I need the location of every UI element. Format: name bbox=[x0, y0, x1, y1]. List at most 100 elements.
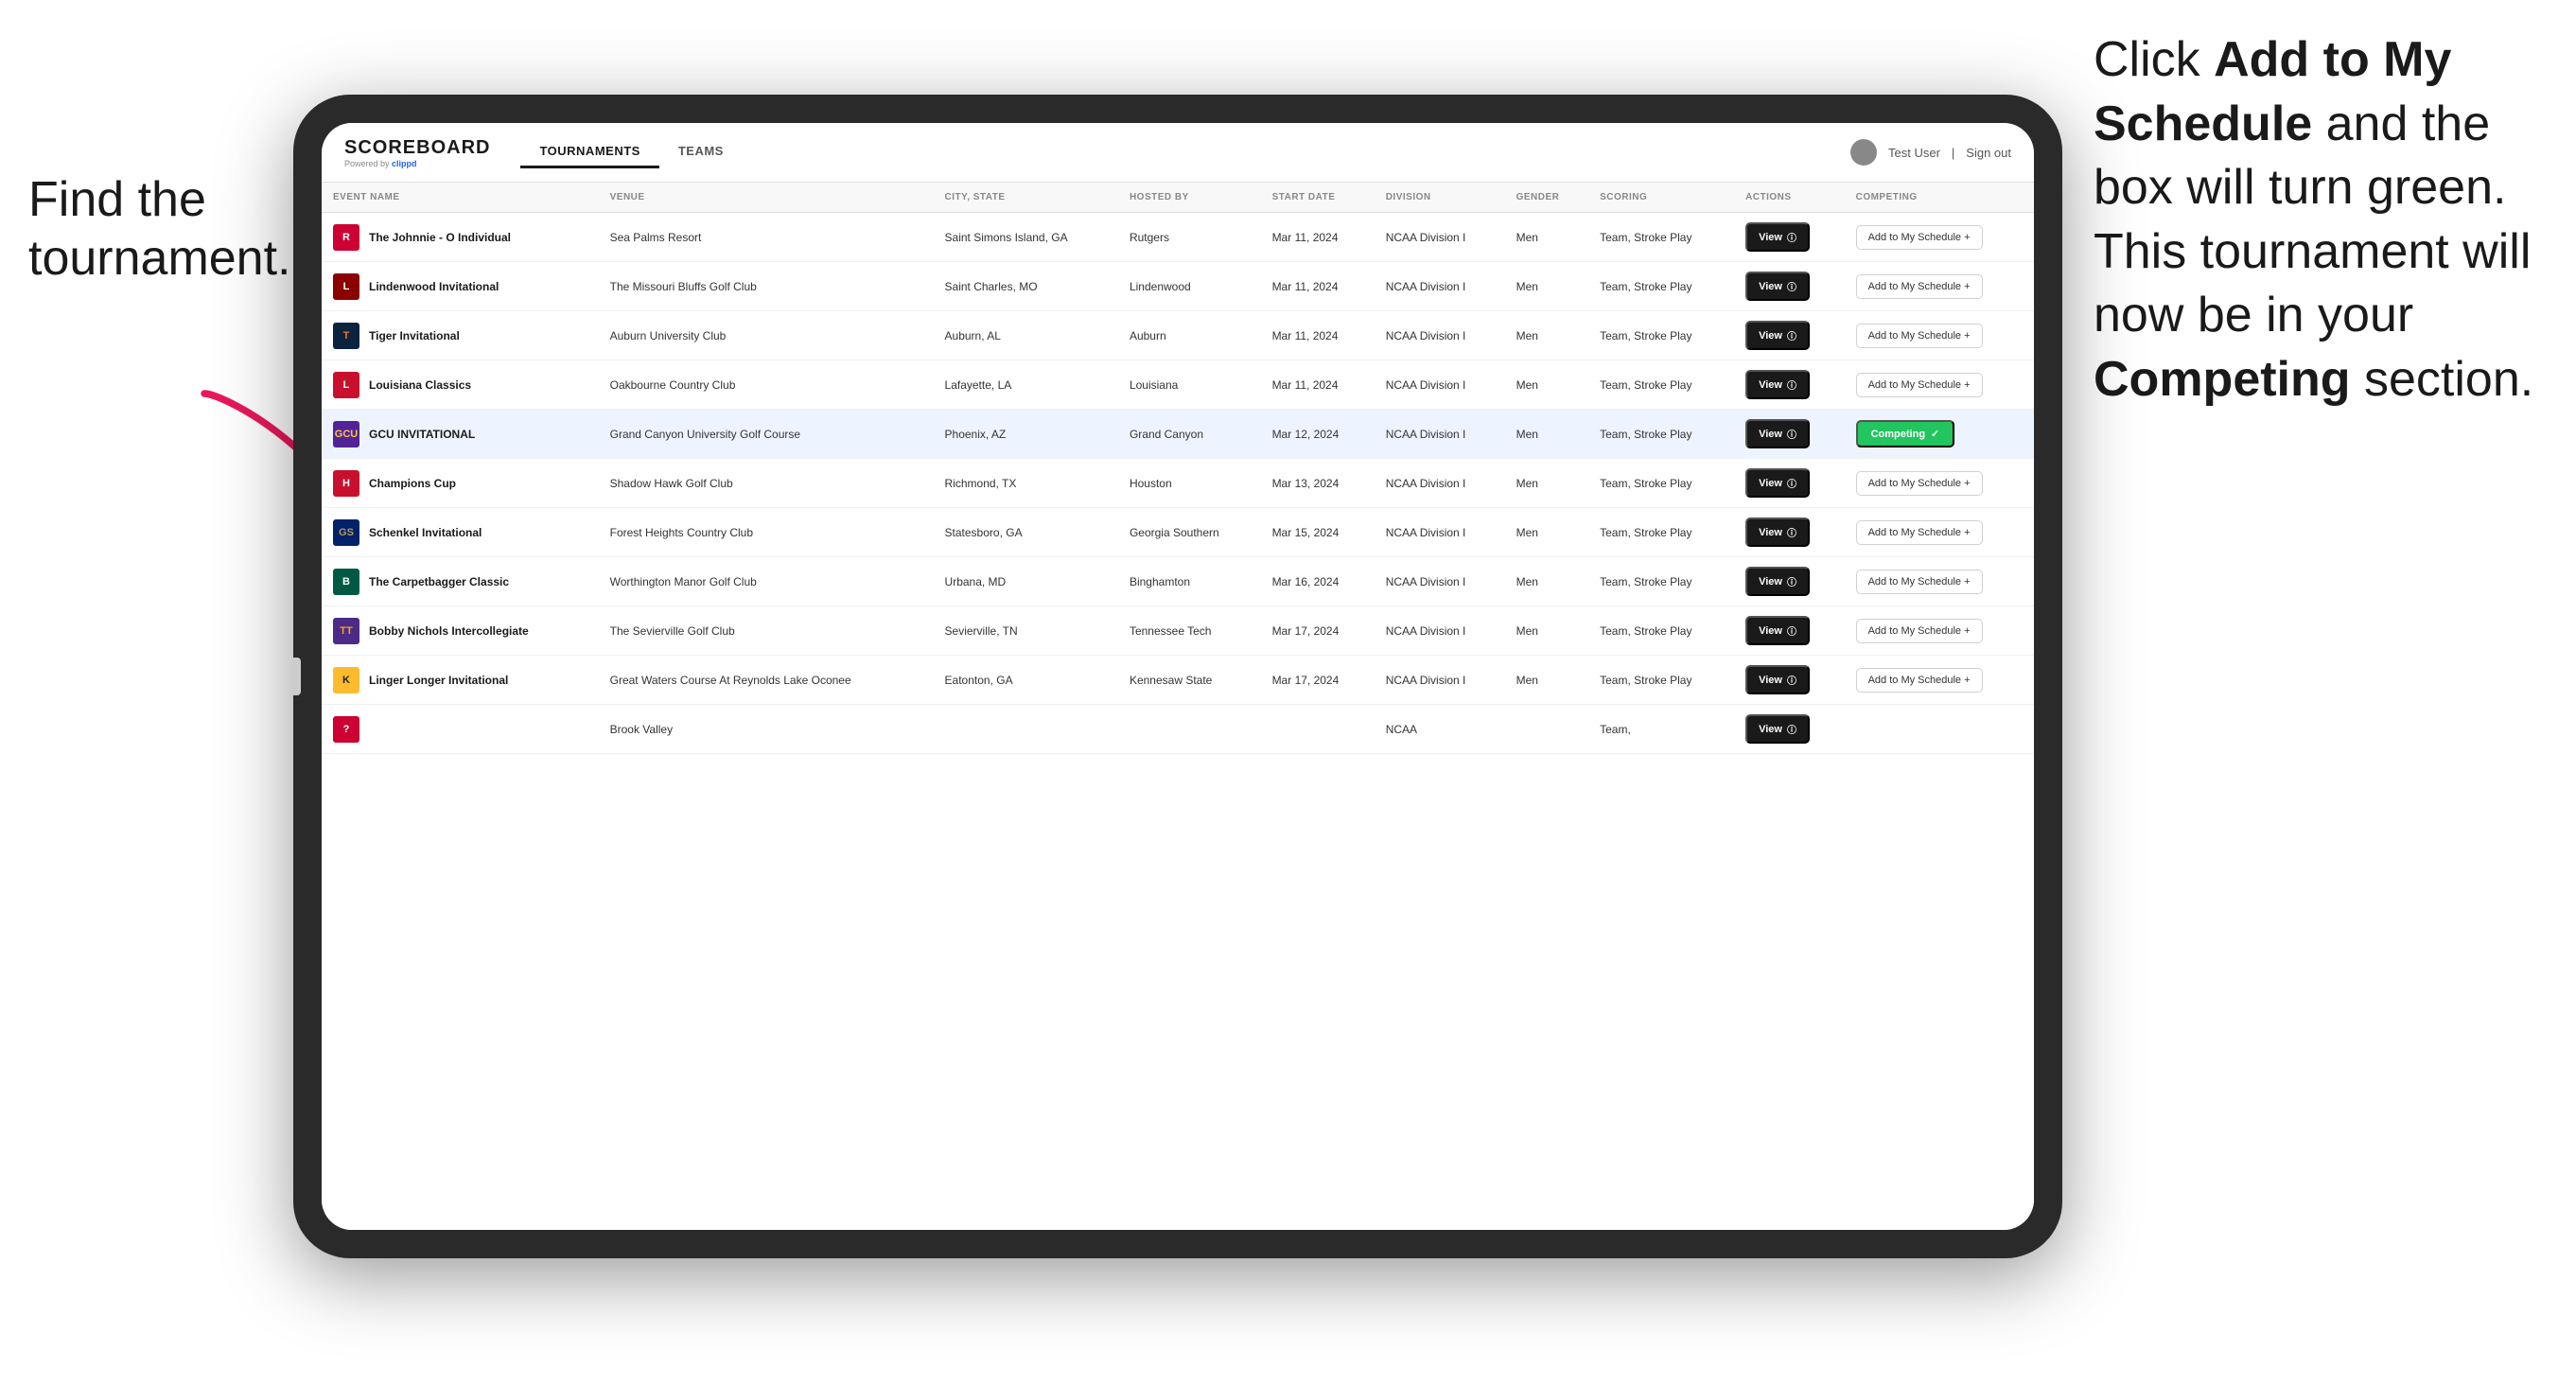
col-venue: VENUE bbox=[599, 183, 934, 213]
city-state-cell: Saint Charles, MO bbox=[934, 262, 1118, 311]
event-name: Linger Longer Invitational bbox=[369, 674, 508, 687]
venue-cell: Auburn University Club bbox=[599, 311, 934, 360]
table-row: TT Bobby Nichols Intercollegiate The Sev… bbox=[322, 606, 2034, 656]
user-name: Test User bbox=[1888, 146, 1940, 160]
hosted-by-cell bbox=[1118, 705, 1261, 754]
view-button[interactable]: View ⓘ bbox=[1745, 567, 1810, 596]
add-to-schedule-button[interactable]: Add to My Schedule + bbox=[1856, 619, 1983, 643]
header-separator: | bbox=[1952, 146, 1954, 160]
view-button[interactable]: View ⓘ bbox=[1745, 272, 1810, 301]
venue-cell: Forest Heights Country Club bbox=[599, 508, 934, 557]
start-date-cell: Mar 13, 2024 bbox=[1261, 459, 1375, 508]
venue-cell: Worthington Manor Golf Club bbox=[599, 557, 934, 606]
add-to-schedule-button[interactable]: Add to My Schedule + bbox=[1856, 225, 1983, 250]
tablet-screen: SCOREBOARD Powered by clippd TOURNAMENTS… bbox=[322, 123, 2034, 1230]
city-state-cell bbox=[934, 705, 1118, 754]
scoring-cell: Team, Stroke Play bbox=[1588, 410, 1734, 459]
hosted-by-cell: Rutgers bbox=[1118, 213, 1261, 262]
view-button[interactable]: View ⓘ bbox=[1745, 714, 1810, 744]
view-button[interactable]: View ⓘ bbox=[1745, 419, 1810, 448]
col-start-date: START DATE bbox=[1261, 183, 1375, 213]
gender-cell bbox=[1505, 705, 1589, 754]
scoring-cell: Team, Stroke Play bbox=[1588, 459, 1734, 508]
view-button[interactable]: View ⓘ bbox=[1745, 370, 1810, 399]
event-name: The Johnnie - O Individual bbox=[369, 231, 511, 244]
competing-cell: Add to My Schedule + bbox=[1845, 508, 2034, 557]
table-row: L Louisiana Classics Oakbourne Country C… bbox=[322, 360, 2034, 410]
event-name: Lindenwood Invitational bbox=[369, 280, 499, 293]
col-competing: COMPETING bbox=[1845, 183, 2034, 213]
venue-cell: Sea Palms Resort bbox=[599, 213, 934, 262]
team-logo: B bbox=[333, 569, 359, 595]
actions-cell: View ⓘ bbox=[1734, 262, 1845, 311]
city-state-cell: Phoenix, AZ bbox=[934, 410, 1118, 459]
table-row: H Champions Cup Shadow Hawk Golf ClubRic… bbox=[322, 459, 2034, 508]
actions-cell: View ⓘ bbox=[1734, 213, 1845, 262]
start-date-cell: Mar 11, 2024 bbox=[1261, 360, 1375, 410]
view-button[interactable]: View ⓘ bbox=[1745, 468, 1810, 498]
tournaments-table: EVENT NAME VENUE CITY, STATE HOSTED BY S… bbox=[322, 183, 2034, 754]
tablet-frame: SCOREBOARD Powered by clippd TOURNAMENTS… bbox=[293, 95, 2062, 1258]
annotation-right: Click Add to My Schedule and the box wil… bbox=[2094, 28, 2548, 412]
add-to-schedule-button[interactable]: Add to My Schedule + bbox=[1856, 471, 1983, 496]
view-button[interactable]: View ⓘ bbox=[1745, 518, 1810, 547]
division-cell: NCAA Division I bbox=[1375, 360, 1505, 410]
competing-cell: Add to My Schedule + bbox=[1845, 360, 2034, 410]
event-name: Bobby Nichols Intercollegiate bbox=[369, 624, 529, 638]
tournaments-table-container: EVENT NAME VENUE CITY, STATE HOSTED BY S… bbox=[322, 183, 2034, 1230]
view-button[interactable]: View ⓘ bbox=[1745, 616, 1810, 645]
start-date-cell: Mar 15, 2024 bbox=[1261, 508, 1375, 557]
start-date-cell: Mar 12, 2024 bbox=[1261, 410, 1375, 459]
checkmark-icon: ✓ bbox=[1931, 428, 1939, 440]
col-city-state: CITY, STATE bbox=[934, 183, 1118, 213]
add-to-schedule-button[interactable]: Add to My Schedule + bbox=[1856, 274, 1983, 299]
actions-cell: View ⓘ bbox=[1734, 606, 1845, 656]
add-to-schedule-button[interactable]: Add to My Schedule + bbox=[1856, 570, 1983, 594]
event-name: GCU INVITATIONAL bbox=[369, 428, 475, 441]
event-name-cell: R The Johnnie - O Individual bbox=[322, 213, 599, 262]
team-logo: H bbox=[333, 470, 359, 497]
venue-cell: The Sevierville Golf Club bbox=[599, 606, 934, 656]
actions-cell: View ⓘ bbox=[1734, 459, 1845, 508]
gender-cell: Men bbox=[1505, 606, 1589, 656]
app-header: SCOREBOARD Powered by clippd TOURNAMENTS… bbox=[322, 123, 2034, 183]
add-to-schedule-button[interactable]: Add to My Schedule + bbox=[1856, 373, 1983, 397]
view-button[interactable]: View ⓘ bbox=[1745, 321, 1810, 350]
view-button[interactable]: View ⓘ bbox=[1745, 222, 1810, 252]
actions-cell: View ⓘ bbox=[1734, 557, 1845, 606]
start-date-cell: Mar 16, 2024 bbox=[1261, 557, 1375, 606]
actions-cell: View ⓘ bbox=[1734, 311, 1845, 360]
venue-cell: Great Waters Course At Reynolds Lake Oco… bbox=[599, 656, 934, 705]
event-name: The Carpetbagger Classic bbox=[369, 575, 509, 588]
sign-out-link[interactable]: Sign out bbox=[1966, 146, 2011, 160]
competing-button[interactable]: Competing ✓ bbox=[1856, 420, 1955, 447]
team-logo: ? bbox=[333, 716, 359, 743]
actions-cell: View ⓘ bbox=[1734, 656, 1845, 705]
event-name: Schenkel Invitational bbox=[369, 526, 482, 539]
start-date-cell: Mar 11, 2024 bbox=[1261, 213, 1375, 262]
team-logo: TT bbox=[333, 618, 359, 644]
col-division: DIVISION bbox=[1375, 183, 1505, 213]
city-state-cell: Statesboro, GA bbox=[934, 508, 1118, 557]
add-to-schedule-button[interactable]: Add to My Schedule + bbox=[1856, 520, 1983, 545]
division-cell: NCAA Division I bbox=[1375, 410, 1505, 459]
start-date-cell bbox=[1261, 705, 1375, 754]
city-state-cell: Saint Simons Island, GA bbox=[934, 213, 1118, 262]
team-logo: L bbox=[333, 273, 359, 300]
view-button[interactable]: View ⓘ bbox=[1745, 665, 1810, 694]
scoring-cell: Team, Stroke Play bbox=[1588, 557, 1734, 606]
nav-tab-teams[interactable]: TEAMS bbox=[659, 136, 743, 168]
nav-tab-tournaments[interactable]: TOURNAMENTS bbox=[520, 136, 658, 168]
add-to-schedule-button[interactable]: Add to My Schedule + bbox=[1856, 324, 1983, 348]
actions-cell: View ⓘ bbox=[1734, 705, 1845, 754]
competing-cell bbox=[1845, 705, 2034, 754]
scoring-cell: Team, Stroke Play bbox=[1588, 311, 1734, 360]
event-name-cell: T Tiger Invitational bbox=[322, 311, 599, 360]
annotation-left: Find thetournament. bbox=[28, 170, 291, 289]
scoring-cell: Team, Stroke Play bbox=[1588, 508, 1734, 557]
event-name-cell: ? bbox=[322, 705, 599, 754]
add-to-schedule-button[interactable]: Add to My Schedule + bbox=[1856, 668, 1983, 693]
venue-cell: Shadow Hawk Golf Club bbox=[599, 459, 934, 508]
event-name-cell: B The Carpetbagger Classic bbox=[322, 557, 599, 606]
gender-cell: Men bbox=[1505, 410, 1589, 459]
